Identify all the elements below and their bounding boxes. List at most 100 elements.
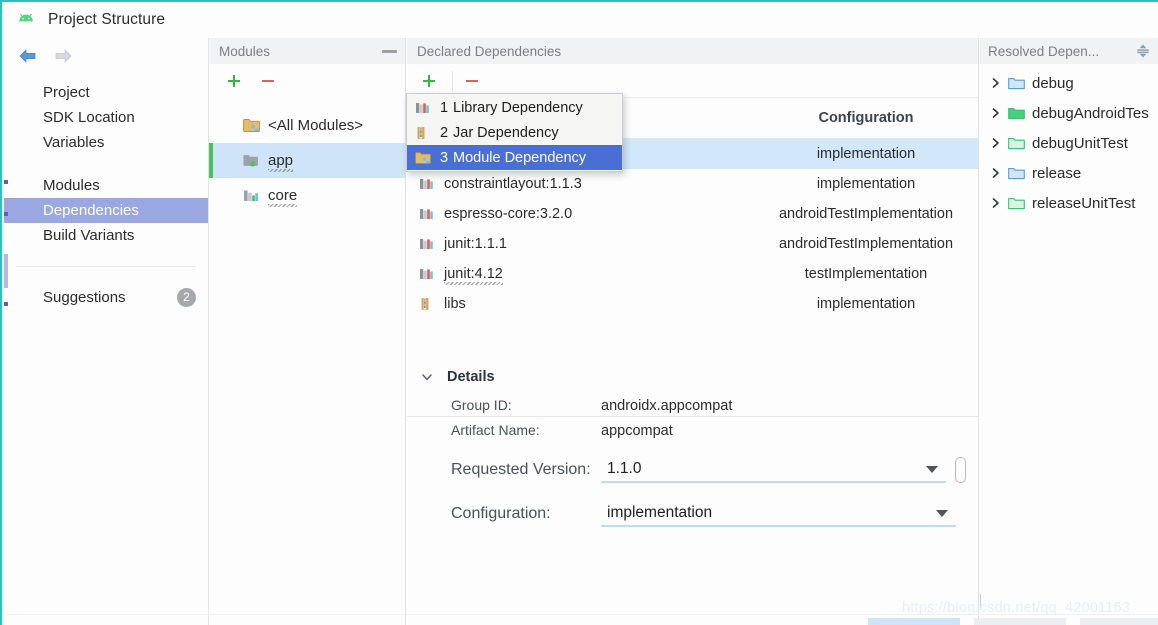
requested-version-combobox[interactable]: 1.1.0	[601, 457, 946, 483]
chevron-right-icon[interactable]	[988, 137, 1004, 149]
sidebar-item-sdk-location[interactable]: SDK Location	[4, 105, 208, 130]
cancel-button[interactable]	[974, 618, 1066, 625]
modules-panel: Modules <All Modules> app core	[208, 38, 406, 625]
library-icon	[419, 207, 434, 221]
menu-item-library-dependency[interactable]: 1 Library Dependency	[407, 95, 622, 120]
dependency-name-cell: constraintlayout:1.1.3	[407, 176, 754, 192]
nav-gap	[4, 155, 208, 173]
chevron-right-icon[interactable]	[988, 197, 1004, 209]
apply-button[interactable]	[1080, 618, 1158, 625]
add-dependency-button[interactable]	[416, 68, 442, 94]
sidebar-item-variables[interactable]: Variables	[4, 130, 208, 155]
version-browse-button[interactable]	[955, 457, 966, 483]
column-header-configuration[interactable]: Configuration	[754, 110, 978, 126]
module-row-app[interactable]: app	[209, 143, 405, 178]
configuration-combobox[interactable]: implementation	[601, 501, 956, 527]
resolved-label: releaseUnitTest	[1032, 194, 1136, 212]
menu-item-number: 2	[440, 124, 449, 141]
sidebar-item-suggestions[interactable]: Suggestions 2	[4, 285, 208, 310]
chevron-down-icon[interactable]	[419, 369, 435, 385]
menu-item-label: Library Dependency	[453, 99, 583, 116]
chevron-right-icon[interactable]	[988, 77, 1004, 89]
menu-item-label: Jar Dependency	[453, 124, 559, 141]
menu-item-module-dependency[interactable]: 3 Module Dependency	[407, 145, 622, 170]
requested-version-row: Requested Version: 1.1.0	[407, 457, 979, 483]
folder-green-filled-icon	[1008, 106, 1025, 120]
details-section: Details Group ID: androidx.appcompat Art…	[407, 357, 979, 625]
nav-toolbar	[4, 38, 208, 74]
remove-dependency-button[interactable]	[459, 68, 485, 94]
modules-panel-header: Modules	[209, 38, 405, 64]
chevron-right-icon[interactable]	[988, 167, 1004, 179]
declared-panel-title: Declared Dependencies	[417, 43, 562, 59]
minimize-icon[interactable]	[382, 49, 397, 53]
configuration-cell: implementation	[816, 296, 916, 312]
forward-arrow-icon[interactable]	[50, 43, 76, 69]
window-title: Project Structure	[48, 11, 166, 28]
resolved-row-release[interactable]: release	[980, 158, 1158, 188]
group-id-row: Group ID: androidx.appcompat	[407, 397, 979, 414]
chevron-right-icon[interactable]	[988, 107, 1004, 119]
resolved-row-debug-unit-test[interactable]: debugUnitTest	[980, 128, 1158, 158]
sidebar-item-label: Variables	[43, 134, 105, 151]
resolved-tree: debug debugAndroidTes debugUnitTest rele…	[980, 64, 1158, 218]
configuration-label: Configuration:	[451, 505, 551, 522]
edge-tick-selected	[4, 254, 8, 288]
resolved-panel-title: Resolved Depen...	[988, 43, 1100, 59]
resolved-row-release-unit-test[interactable]: releaseUnitTest	[980, 188, 1158, 218]
folder-blue-icon	[1008, 76, 1025, 90]
chevron-down-icon[interactable]	[926, 466, 938, 473]
project-structure-dialog: Project Structure Project SDK Location V…	[0, 0, 1158, 625]
edge-tick	[4, 212, 8, 216]
dependency-label: constraintlayout:1.1.3	[444, 176, 582, 192]
module-row-core[interactable]: core	[209, 178, 405, 213]
dependency-label: libs	[444, 296, 466, 312]
resolved-row-debug-android-test[interactable]: debugAndroidTes	[980, 98, 1158, 128]
back-arrow-icon[interactable]	[15, 43, 41, 69]
folder-green-icon	[1008, 136, 1025, 150]
title-bar: Project Structure	[2, 2, 1158, 38]
sidebar-item-dependencies[interactable]: Dependencies	[4, 198, 208, 223]
sidebar-item-label: Dependencies	[43, 202, 139, 219]
table-row[interactable]: junit:4.12 testImplementation	[407, 259, 978, 289]
dependency-name-cell: junit:4.12	[407, 266, 754, 285]
table-row[interactable]: libs implementation	[407, 289, 978, 319]
module-row-all-modules[interactable]: <All Modules>	[209, 108, 405, 143]
add-module-button[interactable]	[221, 68, 247, 94]
table-row[interactable]: constraintlayout:1.1.3 implementation	[407, 169, 978, 199]
artifact-name-row: Artifact Name: appcompat	[407, 422, 979, 439]
resolved-row-debug[interactable]: debug	[980, 68, 1158, 98]
sidebar-item-project[interactable]: Project	[4, 80, 208, 105]
resolved-panel-header: Resolved Depen...	[980, 38, 1158, 64]
artifact-name-label: Artifact Name:	[451, 422, 540, 438]
resolved-label: debugAndroidTes	[1032, 104, 1149, 122]
configuration-cell: androidTestImplementation	[778, 206, 954, 222]
library-icon	[419, 177, 434, 191]
library-icon	[415, 101, 431, 115]
configuration-cell: implementation	[816, 176, 916, 192]
collapse-all-icon[interactable]	[1130, 40, 1156, 62]
folder-green-icon	[1008, 196, 1025, 210]
resolved-label: debugUnitTest	[1032, 134, 1128, 152]
nav-gap-3	[4, 267, 208, 285]
resolved-label: release	[1032, 164, 1082, 182]
library-icon	[419, 237, 434, 251]
nav-list: Project SDK Location Variables Modules D…	[4, 80, 208, 310]
table-row[interactable]: junit:1.1.1 androidTestImplementation	[407, 229, 978, 259]
sidebar-item-build-variants[interactable]: Build Variants	[4, 223, 208, 248]
requested-version-value: 1.1.0	[607, 460, 642, 477]
ok-button[interactable]	[868, 618, 960, 625]
dependency-label: junit:4.12	[444, 266, 503, 285]
library-icon	[419, 267, 434, 281]
remove-module-button[interactable]	[255, 68, 281, 94]
folder-blue-icon	[1008, 166, 1025, 180]
menu-item-jar-dependency[interactable]: 2 Jar Dependency	[407, 120, 622, 145]
details-header[interactable]: Details	[407, 357, 979, 397]
chevron-down-icon[interactable]	[936, 510, 948, 517]
module-label: <All Modules>	[268, 117, 364, 134]
sidebar-item-modules[interactable]: Modules	[4, 173, 208, 198]
left-navigation: Project SDK Location Variables Modules D…	[4, 38, 208, 625]
toolbar-divider	[452, 70, 453, 91]
nav-gap-2	[4, 248, 208, 266]
table-row[interactable]: espresso-core:3.2.0 androidTestImplement…	[407, 199, 978, 229]
